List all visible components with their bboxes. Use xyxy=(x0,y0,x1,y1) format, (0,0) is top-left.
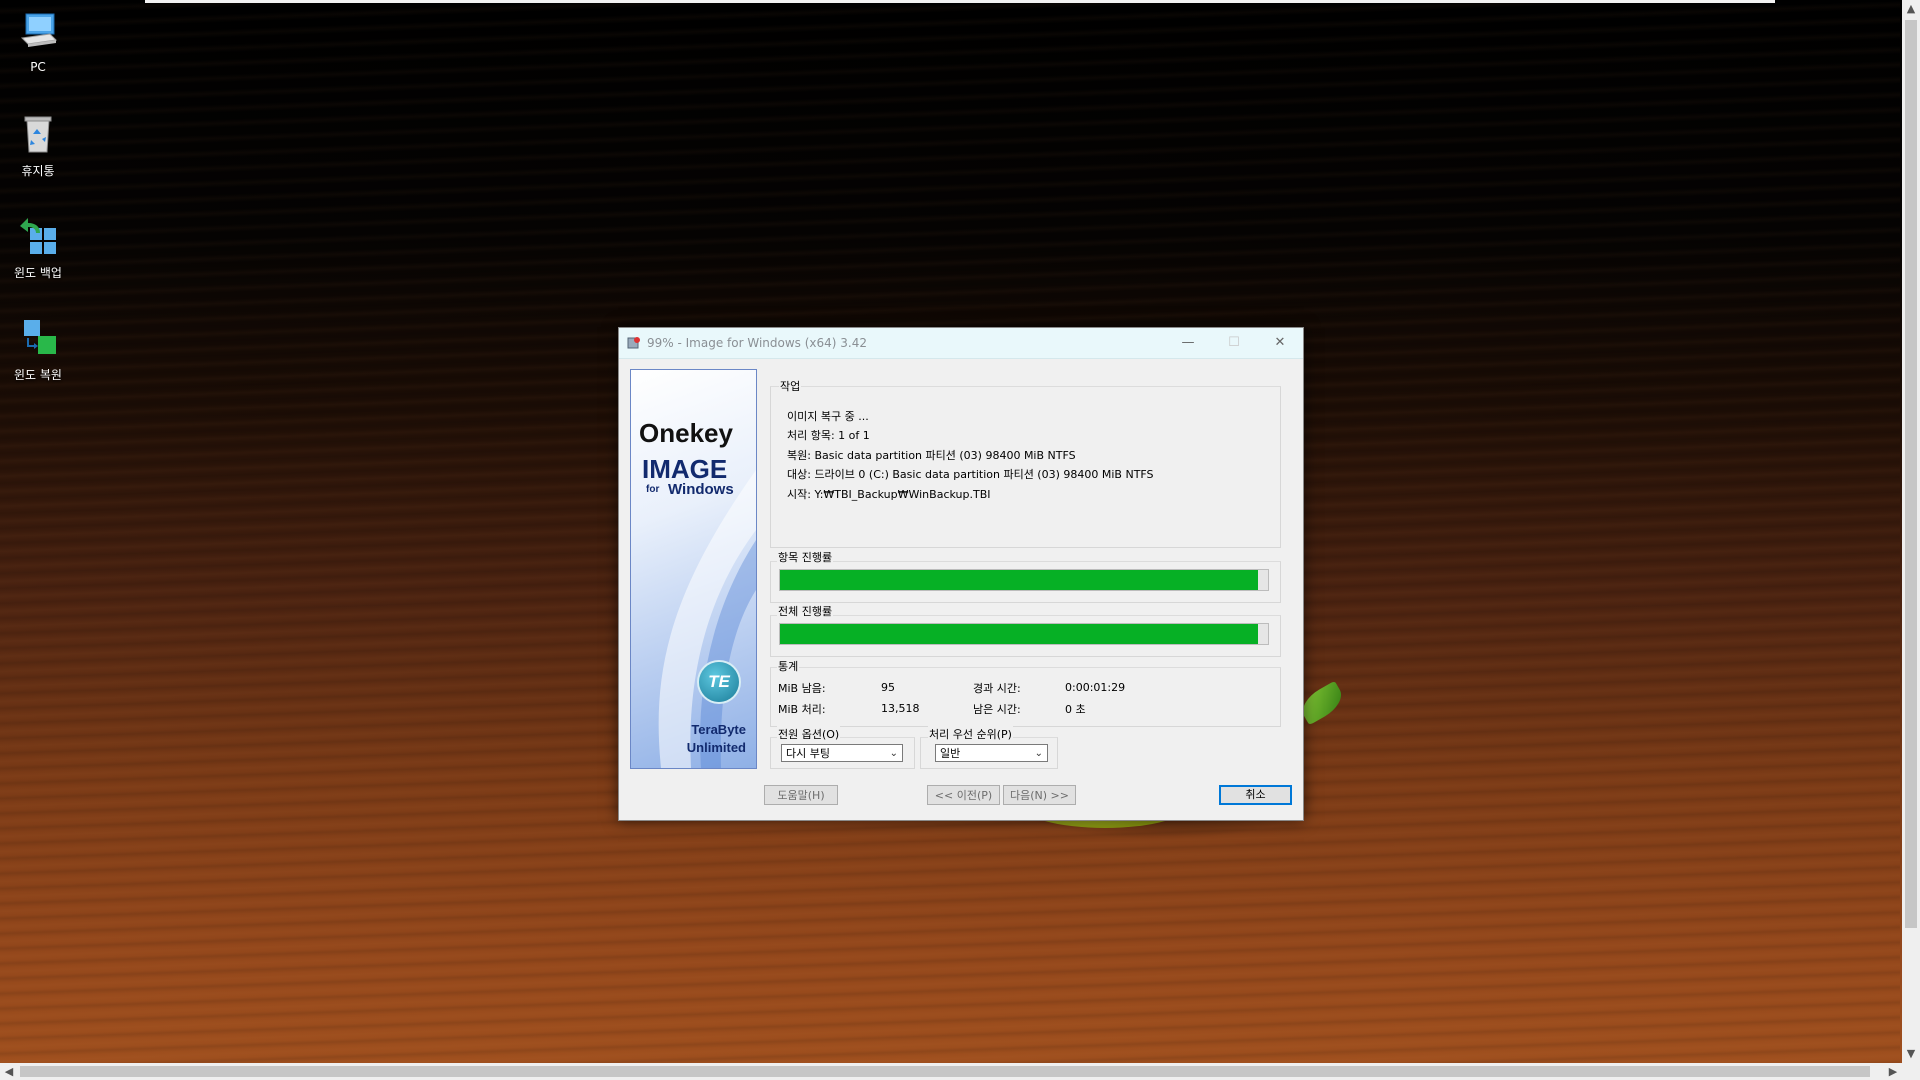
restore-icon xyxy=(16,316,60,360)
scroll-left-icon[interactable]: ◀ xyxy=(0,1063,18,1080)
mib-processed-value: 13,518 xyxy=(881,702,920,715)
image-for-windows-dialog: 99% - Image for Windows (x64) 3.42 — ☐ ✕… xyxy=(618,327,1304,821)
help-button[interactable]: 도움말(H) xyxy=(764,785,838,805)
banner-title-onekey: Onekey xyxy=(639,418,733,448)
desktop-icon-label: 윈도 복원 xyxy=(14,368,62,382)
elapsed-time-value: 0:00:01:29 xyxy=(1065,681,1126,694)
banner-title-for: for xyxy=(646,484,660,495)
desktop-icon-pc[interactable]: PC xyxy=(6,10,70,74)
product-banner: Onekey IMAGE for Windows TE TeraByte Unl… xyxy=(630,369,757,769)
maximize-button[interactable]: ☐ xyxy=(1211,328,1257,358)
scroll-up-icon[interactable]: ▲ xyxy=(1902,0,1920,18)
dialog-titlebar[interactable]: 99% - Image for Windows (x64) 3.42 — ☐ ✕ xyxy=(619,328,1303,359)
scroll-right-icon[interactable]: ▶ xyxy=(1884,1063,1902,1080)
next-button[interactable]: 다음(N) >> xyxy=(1003,785,1076,805)
item-progress-label: 항목 진행률 xyxy=(777,549,834,565)
task-source: 복원: Basic data partition 파티션 (03) 98400 … xyxy=(787,449,1076,462)
mib-remaining-value: 95 xyxy=(881,681,895,694)
task-target: 대상: 드라이브 0 (C:) Basic data partition 파티션… xyxy=(787,468,1154,481)
app-icon xyxy=(627,336,641,350)
backup-icon xyxy=(16,214,60,258)
horizontal-scrollbar[interactable]: ◀ ▶ xyxy=(0,1063,1902,1080)
scrollbar-corner xyxy=(1902,1063,1920,1080)
statistics-label: 통계 xyxy=(777,658,800,674)
task-status: 이미지 복구 중 ... xyxy=(787,410,869,423)
chevron-down-icon: ⌄ xyxy=(889,748,898,759)
total-progress-bar xyxy=(779,623,1269,645)
mib-processed-label: MiB 처리: xyxy=(778,703,826,716)
task-image-path: 시작: Y:₩TBI_Backup₩WinBackup.TBI xyxy=(787,488,991,501)
task-item-count: 처리 항목: 1 of 1 xyxy=(787,429,870,442)
priority-label: 처리 우선 순위(P) xyxy=(928,726,1013,742)
task-group-label: 작업 xyxy=(779,378,802,394)
desktop-icon-label: PC xyxy=(30,60,46,74)
priority-select[interactable]: 일반 ⌄ xyxy=(935,744,1048,762)
vendor-name-line2: Unlimited xyxy=(686,740,746,755)
power-option-value: 다시 부팅 xyxy=(786,747,830,760)
close-button[interactable]: ✕ xyxy=(1257,328,1303,358)
monitor-icon xyxy=(16,10,60,54)
dialog-title: 99% - Image for Windows (x64) 3.42 xyxy=(647,336,867,350)
power-option-select[interactable]: 다시 부팅 ⌄ xyxy=(781,744,903,762)
mib-remaining-label: MiB 남음: xyxy=(778,682,826,695)
elapsed-time-label: 경과 시간: xyxy=(973,682,1021,695)
remaining-time-value: 0 초 xyxy=(1065,703,1086,716)
desktop-icon-recycle-bin[interactable]: 휴지통 xyxy=(6,112,70,179)
previous-button[interactable]: << 이전(P) xyxy=(927,785,1000,805)
horizontal-scroll-thumb[interactable] xyxy=(20,1066,1870,1077)
item-progress-bar xyxy=(779,569,1269,591)
total-progress-fill xyxy=(780,624,1259,644)
scroll-down-icon[interactable]: ▼ xyxy=(1902,1045,1920,1063)
item-progress-fill xyxy=(780,570,1259,590)
top-edge-line xyxy=(145,0,1775,3)
minimize-button[interactable]: — xyxy=(1165,328,1211,358)
priority-value: 일반 xyxy=(940,747,961,760)
vertical-scroll-thumb[interactable] xyxy=(1905,20,1917,928)
banner-title-windows: Windows xyxy=(668,481,734,498)
recycle-bin-icon xyxy=(16,112,60,156)
statistics-group xyxy=(770,667,1281,727)
vertical-scrollbar[interactable]: ▲ ▼ xyxy=(1902,0,1920,1063)
desktop-icon-windows-restore[interactable]: 윈도 복원 xyxy=(6,316,70,383)
remaining-time-label: 남은 시간: xyxy=(973,703,1021,716)
vendor-name-line1: TeraByte xyxy=(691,722,746,737)
desktop-icon-label: 윈도 백업 xyxy=(14,266,62,280)
total-progress-label: 전체 진행률 xyxy=(777,603,834,619)
cancel-button[interactable]: 취소 xyxy=(1219,785,1292,805)
terabyte-logo-icon: TE xyxy=(699,662,739,702)
desktop-icon-windows-backup[interactable]: 윈도 백업 xyxy=(6,214,70,281)
chevron-down-icon: ⌄ xyxy=(1034,748,1043,759)
desktop-icon-label: 휴지통 xyxy=(21,164,55,178)
power-option-label: 전원 옵션(O) xyxy=(777,726,841,742)
